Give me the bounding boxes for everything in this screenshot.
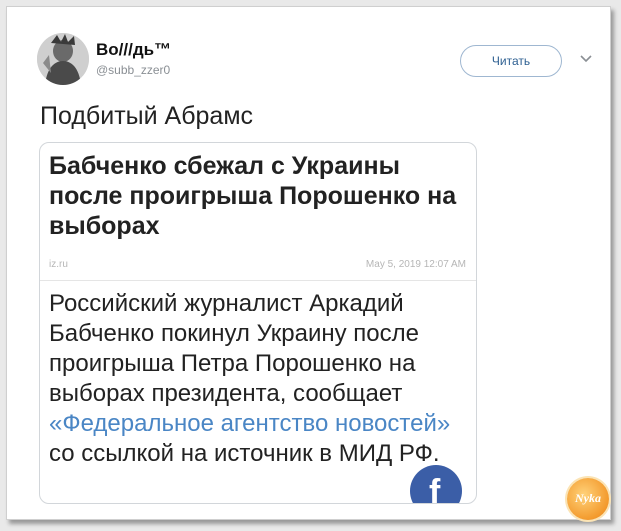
card-body: Российский журналист Аркадий Бабченко по… xyxy=(49,289,474,469)
card-source: iz.ru xyxy=(49,259,68,270)
follow-button[interactable]: Читать xyxy=(460,45,562,77)
avatar-portrait xyxy=(37,33,89,85)
card-headline[interactable]: Бабченко сбежал с Украины после проигрыш… xyxy=(49,151,469,241)
watermark-text: Nyka xyxy=(575,491,601,505)
chevron-down-icon[interactable] xyxy=(579,54,593,64)
card-body-text-end: со ссылкой на источник в МИД РФ. xyxy=(49,440,440,467)
news-card[interactable]: Бабченко сбежал с Украины после проигрыш… xyxy=(39,142,477,504)
avatar[interactable] xyxy=(37,33,89,85)
user-name[interactable]: Bo///дь™ xyxy=(96,40,171,60)
facebook-share-button[interactable]: f xyxy=(410,465,462,504)
user-handle[interactable]: @subb_zzer0 xyxy=(96,63,170,77)
card-date: May 5, 2019 12:07 AM xyxy=(365,259,466,270)
tweet-text: Подбитый Абрамс xyxy=(40,102,254,130)
card-body-text: Российский журналист Аркадий Бабченко по… xyxy=(49,290,419,407)
card-divider xyxy=(40,280,476,281)
screenshot-frame: Bo///дь™ @subb_zzer0 Читать Подбитый Абр… xyxy=(6,6,611,520)
watermark-logo: Nyka xyxy=(567,478,609,520)
facebook-icon: f xyxy=(429,473,441,504)
card-body-link[interactable]: «Федеральное агентство новостей» xyxy=(49,410,450,437)
